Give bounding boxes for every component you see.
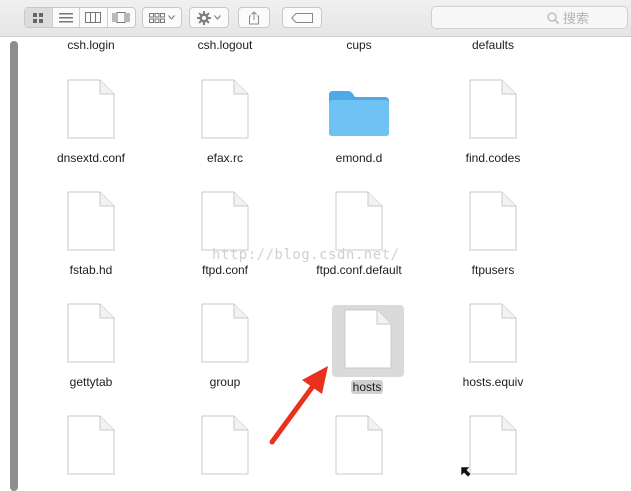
selected-file-label: hosts bbox=[350, 380, 384, 394]
tag-icon bbox=[291, 12, 313, 23]
file-label: emond.d bbox=[335, 151, 383, 165]
file-item[interactable]: efax.rc bbox=[158, 79, 292, 169]
file-label: dnsextd.conf bbox=[56, 151, 126, 165]
search-field[interactable]: 搜索 bbox=[431, 6, 628, 29]
document-icon bbox=[469, 415, 517, 480]
file-label: ftpd.conf bbox=[201, 263, 249, 277]
file-item[interactable]: csh.login bbox=[24, 37, 158, 57]
document-icon bbox=[335, 415, 383, 480]
file-item[interactable]: find.codes bbox=[426, 79, 560, 169]
file-item[interactable]: gettytab bbox=[24, 303, 158, 393]
icon-view-button[interactable] bbox=[25, 8, 53, 27]
file-label: ftpd.conf.default bbox=[316, 263, 402, 277]
cursor-arrow-icon bbox=[460, 466, 472, 478]
folder-icon bbox=[328, 89, 390, 142]
column-view-icon bbox=[85, 12, 102, 23]
document-icon bbox=[201, 415, 249, 480]
document-icon bbox=[344, 309, 392, 374]
file-label: cups bbox=[346, 38, 372, 52]
annotation-arrow bbox=[269, 366, 328, 445]
document-icon bbox=[335, 191, 383, 256]
gear-icon bbox=[197, 10, 211, 25]
search-icon bbox=[547, 11, 559, 24]
file-item[interactable]: ftpusers bbox=[426, 191, 560, 281]
file-label: find.codes bbox=[465, 151, 521, 165]
chevron-down-icon bbox=[214, 15, 221, 20]
file-item[interactable]: hosts.equiv bbox=[426, 303, 560, 393]
file-item[interactable]: ftpd.conf.default bbox=[292, 191, 426, 281]
document-icon bbox=[67, 415, 115, 480]
document-icon bbox=[67, 303, 115, 368]
grid-arrange-icon bbox=[149, 12, 165, 23]
file-label: fstab.hd bbox=[69, 263, 113, 277]
search-placeholder: 搜索 bbox=[562, 11, 589, 26]
file-label: efax.rc bbox=[206, 151, 243, 165]
document-icon bbox=[67, 191, 115, 256]
action-button[interactable] bbox=[189, 7, 229, 28]
file-item[interactable] bbox=[24, 415, 158, 491]
document-icon bbox=[469, 79, 517, 144]
folder-item[interactable]: emond.d bbox=[292, 79, 426, 169]
file-label: defaults bbox=[471, 38, 515, 52]
file-label: ftpusers bbox=[471, 263, 515, 277]
tags-button[interactable] bbox=[282, 7, 322, 28]
document-icon bbox=[469, 303, 517, 368]
file-item[interactable]: csh.logout bbox=[158, 37, 292, 57]
folder-item[interactable]: cups bbox=[292, 37, 426, 57]
share-icon bbox=[249, 10, 259, 24]
document-icon bbox=[67, 79, 115, 144]
file-label: gettytab bbox=[69, 375, 113, 389]
document-icon bbox=[201, 191, 249, 256]
chevron-down-icon bbox=[168, 15, 175, 20]
column-view-button[interactable] bbox=[80, 8, 108, 27]
file-item[interactable]: dnsextd.conf bbox=[24, 79, 158, 169]
list-view-icon bbox=[58, 12, 73, 22]
document-icon bbox=[201, 303, 249, 368]
share-button[interactable] bbox=[238, 7, 270, 28]
file-item[interactable] bbox=[426, 415, 560, 491]
file-label: csh.login bbox=[67, 38, 115, 52]
file-item[interactable]: fstab.hd bbox=[24, 191, 158, 281]
file-label: hosts.equiv bbox=[462, 375, 524, 389]
finder-toolbar: 搜索 bbox=[0, 0, 631, 37]
document-icon bbox=[201, 79, 249, 144]
icon-view-icon bbox=[33, 12, 44, 23]
cover-flow-view-icon bbox=[112, 12, 130, 23]
cover-flow-view-button[interactable] bbox=[108, 8, 135, 27]
file-item[interactable]: ftpd.conf bbox=[158, 191, 292, 281]
list-view-button[interactable] bbox=[53, 8, 80, 27]
document-icon bbox=[469, 191, 517, 256]
arrange-button[interactable] bbox=[142, 7, 182, 28]
folder-item[interactable]: defaults bbox=[426, 37, 560, 57]
view-mode-control bbox=[24, 7, 136, 28]
file-label: csh.logout bbox=[197, 38, 253, 52]
